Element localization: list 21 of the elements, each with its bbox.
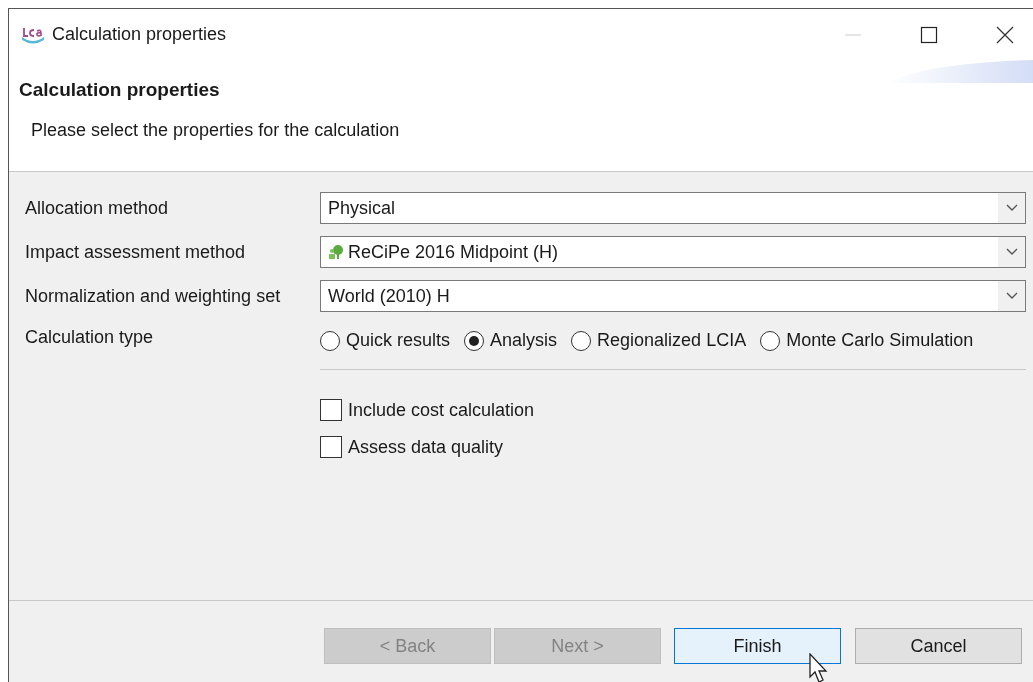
radio-option[interactable]: Quick results [320, 330, 451, 351]
field-label: Normalization and weighting set [25, 285, 282, 307]
dropdown-field[interactable]: ReCiPe 2016 Midpoint (H) [320, 236, 1026, 268]
radio-option[interactable]: Analysis [464, 330, 558, 351]
dropdown-field[interactable]: Physical [320, 192, 1026, 224]
checkbox-option[interactable]: Assess data quality [320, 436, 1033, 458]
page-title: Calculation properties [19, 79, 221, 101]
dropdown-field[interactable]: World (2010) H [320, 280, 1026, 312]
close-icon[interactable] [996, 25, 1014, 44]
radio-option[interactable]: Monte Carlo Simulation [760, 330, 974, 351]
dialog-button[interactable]: Finish [674, 628, 841, 664]
checkbox-option[interactable]: Include cost calculation [320, 399, 1033, 421]
dialog-button[interactable]: Cancel [855, 628, 1022, 664]
maximize-icon[interactable] [920, 25, 938, 44]
window-title: Calculation properties [52, 24, 227, 45]
method-icon [328, 244, 344, 260]
field-label: Allocation method [25, 197, 170, 219]
field-label: Calculation type [25, 327, 155, 348]
field-label: Impact assessment method [25, 241, 247, 263]
radio-option[interactable]: Regionalized LCIA [571, 330, 747, 351]
page-description: Please select the properties for the calculation [31, 120, 401, 141]
